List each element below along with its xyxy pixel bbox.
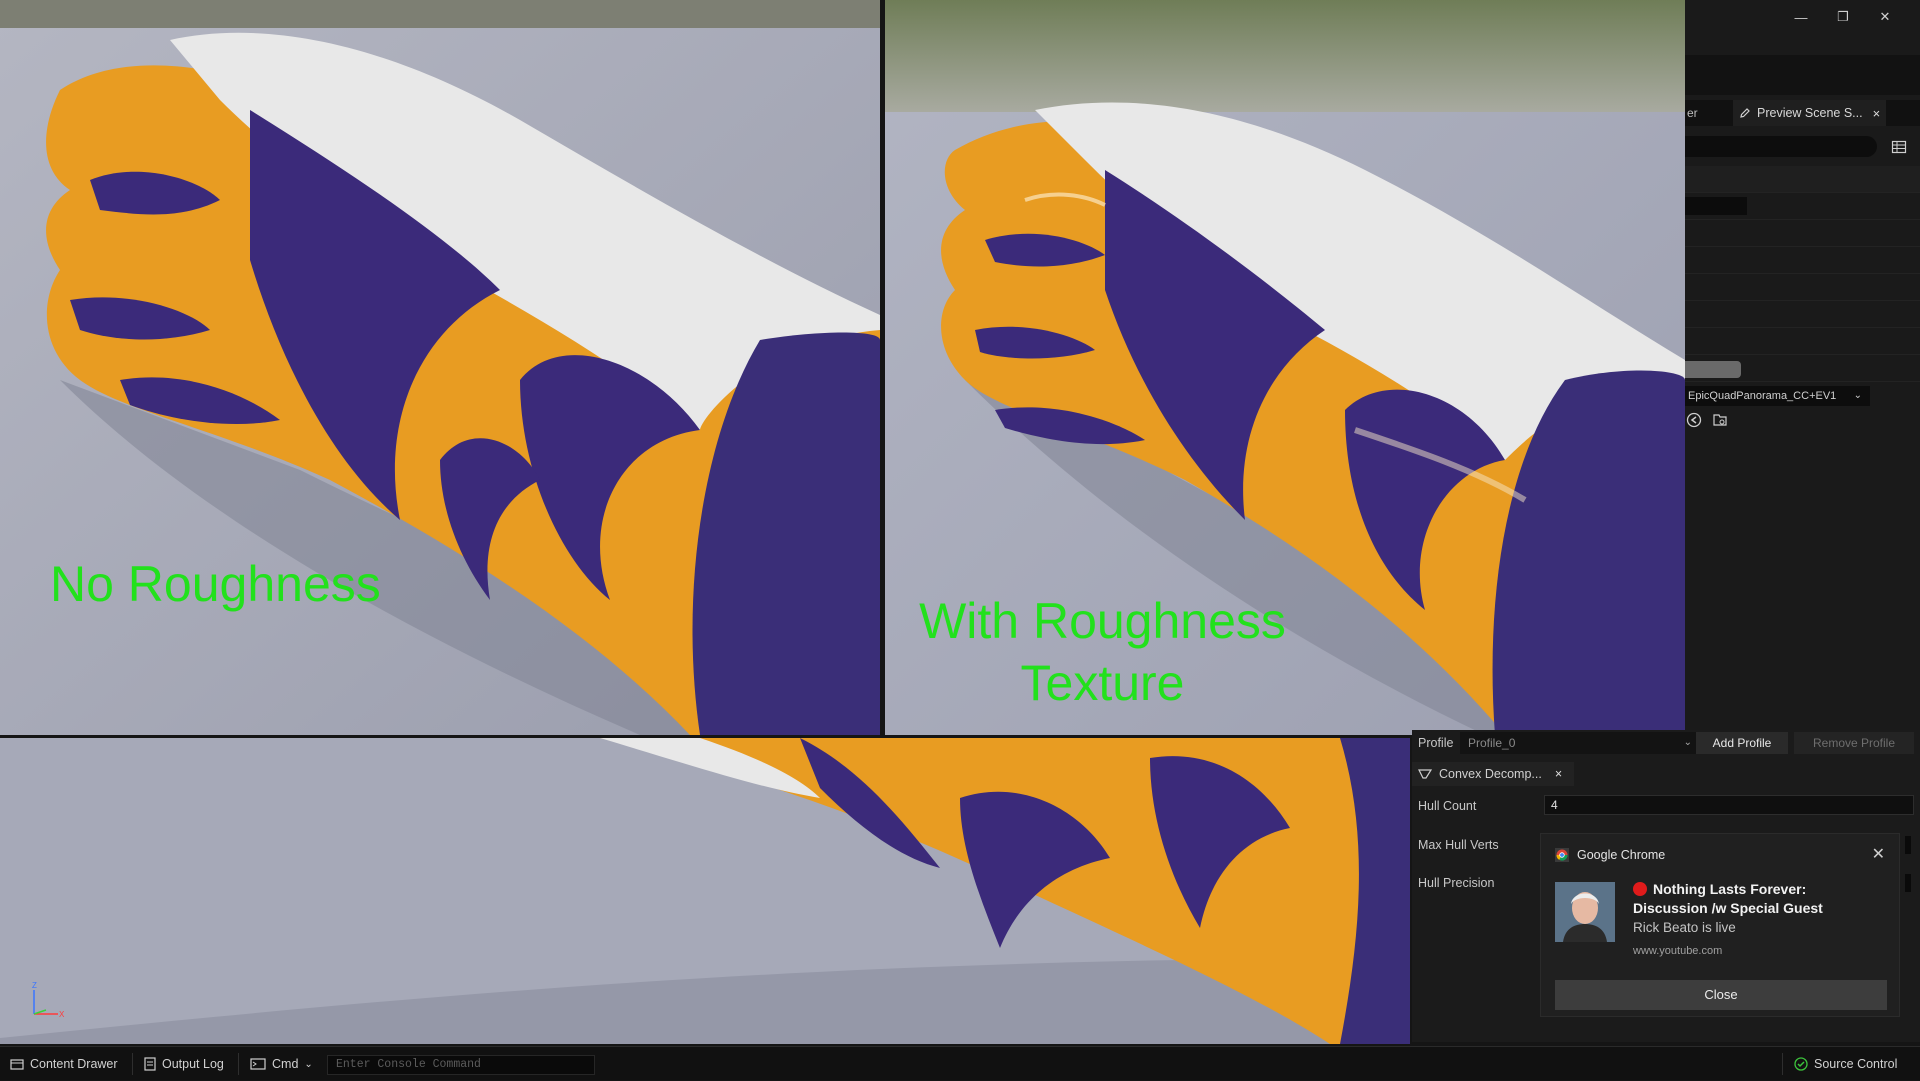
- profile-label: Profile: [1418, 736, 1454, 750]
- browse-asset-icon[interactable]: [1712, 412, 1728, 428]
- use-selected-asset-icon[interactable]: [1686, 412, 1702, 428]
- property-row: [1685, 220, 1920, 247]
- property-row: [1685, 355, 1920, 382]
- panel-tab-bar: er Preview Scene S... ×: [1685, 100, 1920, 126]
- with-roughness-line2: Texture: [1020, 655, 1185, 711]
- glove-render-main: [0, 738, 1410, 1044]
- value-slider[interactable]: [1685, 361, 1741, 378]
- window-controls: — ❐ ✕: [1780, 6, 1906, 28]
- property-row: [1685, 247, 1920, 274]
- add-profile-button[interactable]: Add Profile: [1696, 732, 1788, 754]
- source-control-button[interactable]: Source Control: [1794, 1047, 1897, 1081]
- profile-select[interactable]: Profile_0 ⌄: [1460, 732, 1700, 754]
- hull-count-input[interactable]: 4: [1544, 795, 1914, 815]
- chevron-down-icon: ⌄: [304, 1058, 313, 1070]
- details-search-row: [1685, 136, 1920, 158]
- main-viewport[interactable]: [0, 738, 1410, 1044]
- tab-convex-decomposition[interactable]: Convex Decomp... ×: [1412, 762, 1574, 786]
- cmd-label: Cmd: [272, 1057, 299, 1071]
- glove-render-left: [0, 0, 880, 735]
- dismiss-notification-icon[interactable]: ✕: [1872, 844, 1885, 864]
- asset-action-icons: [1686, 412, 1728, 428]
- output-log-label: Output Log: [162, 1057, 224, 1071]
- avatar-image: [1555, 882, 1615, 942]
- profile-row: Profile Profile_0 ⌄ Add Profile Remove P…: [1412, 731, 1920, 755]
- divider: [132, 1053, 133, 1075]
- hull-count-label: Hull Count: [1418, 799, 1477, 813]
- notification-title: Nothing Lasts Forever: Discussion /w Spe…: [1633, 880, 1883, 918]
- cmd-dropdown[interactable]: Cmd ⌄: [250, 1047, 313, 1081]
- tab-label: Preview Scene S...: [1757, 106, 1863, 120]
- drawer-icon: [10, 1059, 24, 1070]
- live-indicator-icon: [1633, 882, 1647, 896]
- close-notification-button[interactable]: Close: [1555, 980, 1887, 1010]
- source-control-label: Source Control: [1814, 1057, 1898, 1071]
- property-row: [1685, 274, 1920, 301]
- property-row: [1685, 193, 1920, 220]
- notification-header: Google Chrome: [1555, 848, 1665, 862]
- property-row: [1685, 166, 1920, 193]
- close-tab-icon[interactable]: ×: [1873, 106, 1881, 121]
- search-input[interactable]: [1685, 136, 1877, 157]
- pencil-icon: [1740, 108, 1750, 118]
- hull-precision-label: Hull Precision: [1418, 876, 1495, 890]
- close-tab-icon[interactable]: ×: [1555, 767, 1562, 781]
- chevron-down-icon: ⌄: [1853, 390, 1862, 401]
- notification-body: Rick Beato is live: [1633, 920, 1736, 935]
- toolbar-strip: [1685, 55, 1920, 95]
- divider: [238, 1053, 239, 1075]
- output-log-button[interactable]: Output Log: [144, 1047, 224, 1081]
- property-row: [1685, 301, 1920, 328]
- notification-title-text: Nothing Lasts Forever: Discussion /w Spe…: [1633, 881, 1823, 916]
- property-row: [1685, 328, 1920, 355]
- table-view-icon[interactable]: [1891, 139, 1907, 155]
- remove-profile-button[interactable]: Remove Profile: [1794, 732, 1914, 754]
- value-field[interactable]: [1685, 197, 1747, 215]
- chrome-logo-icon: [1555, 848, 1569, 862]
- no-roughness-label: No Roughness: [50, 556, 381, 612]
- slider-handle[interactable]: [1905, 874, 1911, 892]
- chevron-down-icon: ⌄: [1683, 737, 1692, 748]
- restore-button[interactable]: ❐: [1822, 6, 1864, 28]
- minimize-button[interactable]: —: [1780, 6, 1822, 28]
- with-roughness-label: With Roughness Texture: [900, 590, 1305, 714]
- profile-value: Profile_0: [1468, 736, 1516, 750]
- chrome-notification: Google Chrome ✕ Nothing Lasts Forever: D…: [1540, 833, 1900, 1017]
- close-window-button[interactable]: ✕: [1864, 6, 1906, 28]
- tab-partial[interactable]: er: [1685, 106, 1733, 120]
- viewport-with-roughness[interactable]: With Roughness Texture: [885, 0, 1685, 735]
- notification-site: www.youtube.com: [1633, 945, 1723, 957]
- environment-cubemap-select[interactable]: EpicQuadPanorama_CC+EV1 ⌄: [1685, 386, 1870, 406]
- terminal-icon: [250, 1058, 266, 1070]
- check-circle-icon: [1794, 1057, 1808, 1071]
- svg-text:X: X: [59, 1010, 65, 1019]
- content-drawer-label: Content Drawer: [30, 1057, 118, 1071]
- svg-text:Z: Z: [32, 981, 37, 990]
- axis-gizmo-icon: Z X: [32, 981, 65, 1019]
- viewport-no-roughness[interactable]: No Roughness: [0, 0, 880, 735]
- tab-preview-scene-settings[interactable]: Preview Scene S... ×: [1733, 100, 1887, 126]
- content-drawer-button[interactable]: Content Drawer: [10, 1047, 118, 1081]
- environment-cubemap-value: EpicQuadPanorama_CC+EV1: [1688, 390, 1837, 402]
- log-icon: [144, 1057, 156, 1071]
- convex-shape-icon: [1418, 769, 1432, 779]
- notification-app-name: Google Chrome: [1577, 848, 1666, 862]
- slider-handle[interactable]: [1905, 836, 1911, 854]
- divider: [1782, 1053, 1783, 1075]
- convex-tab-label: Convex Decomp...: [1439, 767, 1542, 781]
- console-command-input[interactable]: Enter Console Command: [327, 1055, 595, 1075]
- max-hull-verts-label: Max Hull Verts: [1418, 838, 1499, 852]
- with-roughness-line1: With Roughness: [919, 593, 1286, 649]
- status-bar: Content Drawer Output Log Cmd ⌄ Enter Co…: [0, 1046, 1920, 1080]
- scene-property-rows: [1685, 166, 1920, 382]
- avatar: [1555, 882, 1615, 942]
